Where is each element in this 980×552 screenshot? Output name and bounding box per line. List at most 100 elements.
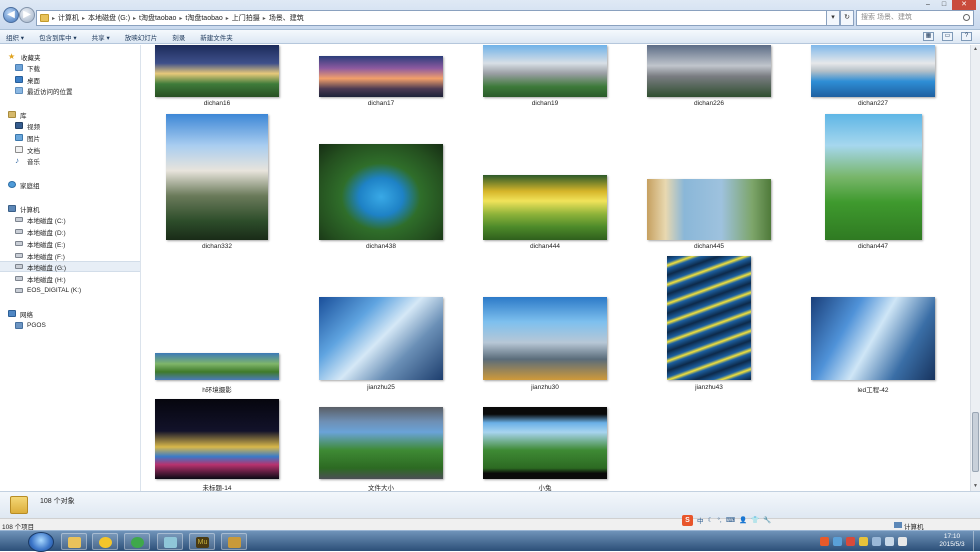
crumb-folder-2[interactable]: t淘盘taobao xyxy=(183,13,224,23)
thumbnail-dichan226[interactable] xyxy=(647,45,771,97)
sidebar-computer[interactable]: 计算机 xyxy=(8,203,148,214)
sidebar-item-drive-f[interactable]: 本地磁盘 (F:) xyxy=(15,250,155,261)
crumb-folder-3[interactable]: 上门拍摄 xyxy=(230,13,262,23)
thumbnail-jianzhu25[interactable] xyxy=(319,297,443,380)
refresh-icon: ↻ xyxy=(844,14,850,21)
scrollbar-thumb[interactable] xyxy=(972,412,979,472)
moon-icon[interactable]: ☾ xyxy=(708,516,714,524)
sidebar-item-pictures[interactable]: 图片 xyxy=(15,132,155,143)
sidebar-item-drive-e[interactable]: 本地磁盘 (E:) xyxy=(15,238,155,249)
file-caption: jianzhu30 xyxy=(531,384,559,391)
address-dropdown-button[interactable]: ▾ xyxy=(826,10,840,26)
network-computer-icon xyxy=(15,322,23,329)
sidebar-item-desktop[interactable]: 桌面 xyxy=(15,74,155,85)
sidebar-network[interactable]: 网络 xyxy=(8,308,148,319)
tray-app-icon[interactable] xyxy=(833,537,842,546)
crumb-folder-1[interactable]: t淘盘taobao xyxy=(137,13,178,23)
thumbnail-dichan444[interactable] xyxy=(483,175,607,240)
sidebar-item-drive-d[interactable]: 本地磁盘 (D:) xyxy=(15,226,155,237)
breadcrumb[interactable]: ▸ 计算机 ▸ 本地磁盘 (G:) ▸ t淘盘taobao ▸ t淘盘taoba… xyxy=(36,10,840,26)
sidebar-item-drive-c[interactable]: 本地磁盘 (C:) xyxy=(15,214,155,225)
clock[interactable]: 17:10 2015/5/3 xyxy=(934,533,970,549)
sidebar-homegroup[interactable]: 家庭组 xyxy=(8,179,148,190)
preview-pane-icon[interactable]: ▭ xyxy=(942,32,953,41)
navigation-pane: ★ 收藏夹 下载 桌面 最近访问的位置 库 视频 图片 文档 ♪ 音乐 家庭组 计算… xyxy=(0,45,141,491)
view-options-icon[interactable]: ▦ xyxy=(923,32,934,41)
help-icon[interactable]: ? xyxy=(961,32,972,41)
keyboard-icon[interactable]: ⌨ xyxy=(726,516,735,524)
start-button[interactable] xyxy=(28,532,54,552)
thumbnail-dichan438[interactable] xyxy=(319,144,443,240)
drive-icon xyxy=(15,241,23,246)
sidebar-item-drive-g[interactable]: 本地磁盘 (G:) xyxy=(0,261,140,272)
thumbnail-dichan17[interactable] xyxy=(319,56,443,97)
library-icon xyxy=(8,111,16,118)
sidebar-item-drive-h[interactable]: 本地磁盘 (H:) xyxy=(15,273,155,284)
maximize-button[interactable]: □ xyxy=(936,0,952,10)
sogou-logo-icon[interactable]: S xyxy=(682,514,693,526)
taskbar-media[interactable] xyxy=(157,533,183,550)
share-menu[interactable]: 共享 ▾ xyxy=(92,32,110,42)
status-bar: 108 个项目 计算机 xyxy=(0,518,980,531)
thumbnail-jianzhu43[interactable] xyxy=(667,256,751,380)
thumbnail-file-size[interactable] xyxy=(319,407,443,479)
taskbar-explorer[interactable] xyxy=(61,533,87,550)
thumbnail-h-env-photo[interactable] xyxy=(155,353,279,380)
minimize-button[interactable]: – xyxy=(920,0,936,10)
organize-menu[interactable]: 组织 ▾ xyxy=(6,32,24,42)
thumbnail-led-42[interactable] xyxy=(811,297,935,380)
sidebar-item-music[interactable]: ♪ 音乐 xyxy=(15,155,155,166)
sidebar-item-documents[interactable]: 文档 xyxy=(15,144,155,155)
thumbnail-dichan445[interactable] xyxy=(647,179,771,240)
skin-icon[interactable]: 👕 xyxy=(751,516,759,524)
antivirus-icon[interactable] xyxy=(846,537,855,546)
include-in-library-menu[interactable]: 包含到库中 ▾ xyxy=(39,32,77,42)
refresh-button[interactable]: ↻ xyxy=(840,10,854,26)
file-caption: jianzhu25 xyxy=(367,384,395,391)
sogou-tray-icon[interactable] xyxy=(820,537,829,546)
taskbar-browser[interactable] xyxy=(124,533,150,550)
network-icon[interactable] xyxy=(885,537,894,546)
thumbnail-dichan16[interactable] xyxy=(155,45,279,97)
burn-button[interactable]: 刻录 xyxy=(172,32,185,42)
scroll-up-icon[interactable]: ▲ xyxy=(971,45,980,54)
tools-icon[interactable]: 🔧 xyxy=(763,516,771,524)
thumbnail-untitled-14[interactable] xyxy=(155,399,279,479)
taskbar-muse[interactable]: Mu xyxy=(189,533,215,550)
flag-icon[interactable] xyxy=(872,537,881,546)
taskbar-qq[interactable] xyxy=(92,533,118,550)
sidebar-item-downloads[interactable]: 下载 xyxy=(15,62,155,73)
user-icon[interactable]: 👤 xyxy=(739,516,747,524)
thumbnail-dichan19[interactable] xyxy=(483,45,607,97)
sidebar-favorites[interactable]: ★ 收藏夹 xyxy=(8,51,148,62)
vertical-scrollbar[interactable]: ▲ ▼ xyxy=(970,45,980,491)
thumbnail-dichan227[interactable] xyxy=(811,45,935,97)
crumb-folder-4[interactable]: 场景、建筑 xyxy=(267,13,306,23)
crumb-computer[interactable]: 计算机 xyxy=(56,13,81,23)
tray-app-icon[interactable] xyxy=(859,537,868,546)
back-button[interactable]: ◀ xyxy=(3,7,19,23)
punctuation-icon[interactable]: °, xyxy=(717,517,721,524)
file-caption: jianzhu43 xyxy=(695,384,723,391)
taskbar-gold[interactable] xyxy=(221,533,247,550)
forward-button[interactable]: ▶ xyxy=(19,7,35,23)
thumbnail-xiaotu[interactable] xyxy=(483,407,607,479)
slideshow-button[interactable]: 放映幻灯片 xyxy=(125,32,158,42)
clock-date: 2015/5/3 xyxy=(939,541,965,548)
close-button[interactable]: ✕ xyxy=(952,0,976,10)
new-folder-button[interactable]: 新建文件夹 xyxy=(200,32,233,42)
scroll-down-icon[interactable]: ▼ xyxy=(971,482,980,491)
thumbnail-dichan332[interactable] xyxy=(166,114,268,240)
sidebar-libraries[interactable]: 库 xyxy=(8,109,148,120)
volume-icon[interactable] xyxy=(898,537,907,546)
sidebar-item-drive-k[interactable]: EOS_DIGITAL (K:) xyxy=(15,285,155,296)
show-desktop-button[interactable] xyxy=(973,531,980,552)
crumb-drive-g[interactable]: 本地磁盘 (G:) xyxy=(86,13,132,23)
sidebar-item-recent[interactable]: 最近访问的位置 xyxy=(15,85,155,96)
thumbnail-dichan447[interactable] xyxy=(825,114,922,240)
sidebar-item-videos[interactable]: 视频 xyxy=(15,120,155,131)
thumbnail-jianzhu30[interactable] xyxy=(483,297,607,380)
sidebar-item-pgos[interactable]: PGOS xyxy=(15,320,155,331)
search-input[interactable]: 搜索 场景、建筑 xyxy=(856,10,974,26)
ime-mode[interactable]: 中 xyxy=(697,515,704,525)
